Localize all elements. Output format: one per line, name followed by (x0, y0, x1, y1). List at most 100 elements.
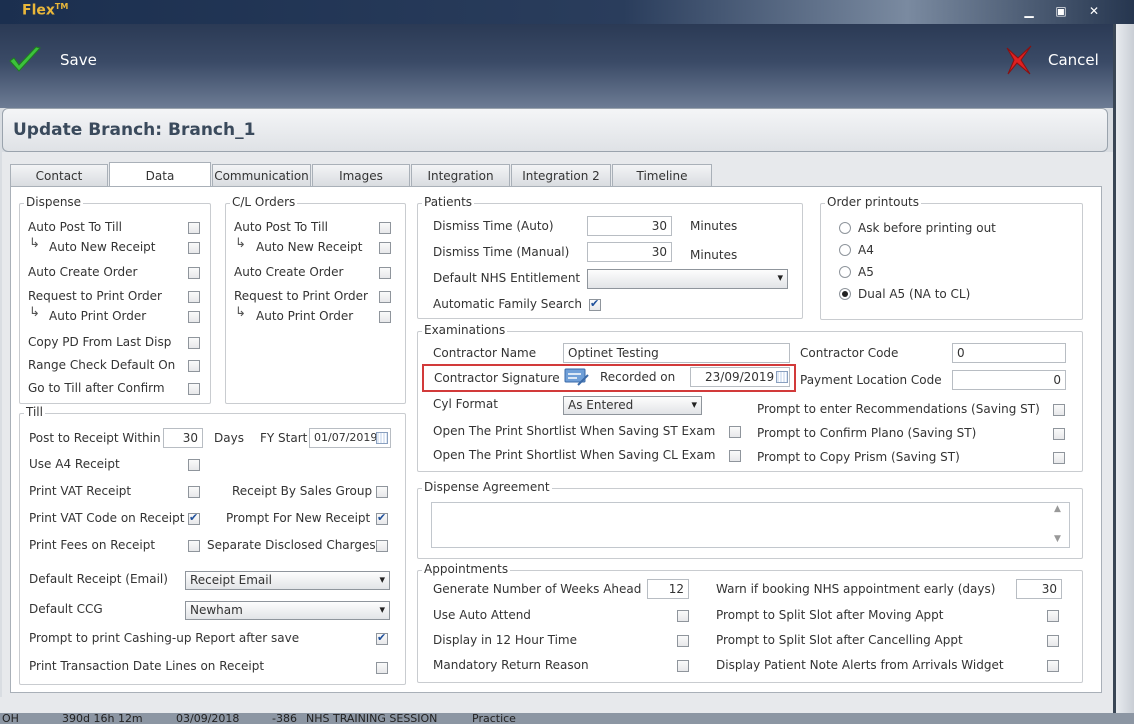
sub-arrow-icon: ↳ (235, 305, 246, 320)
tab-contact[interactable]: Contact (10, 164, 108, 186)
weeks-ahead-label: Generate Number of Weeks Ahead (433, 582, 642, 596)
tab-timeline[interactable]: Timeline (612, 164, 712, 186)
minimize-icon[interactable]: ▁ (1022, 4, 1036, 18)
dismiss-auto-input[interactable]: 30 (587, 216, 672, 236)
patient-note-alerts-checkbox[interactable] (1047, 660, 1059, 672)
dismiss-auto-label: Dismiss Time (Auto) (433, 219, 554, 233)
dispense-auto-post-checkbox[interactable] (188, 222, 200, 234)
patients-legend: Patients (422, 195, 475, 209)
dispense-auto-print-order-checkbox[interactable] (188, 311, 200, 323)
ask-before-printing-radio[interactable] (839, 222, 851, 234)
shortlist-cl-label: Open The Print Shortlist When Saving CL … (433, 448, 716, 462)
dispense-agreement-legend: Dispense Agreement (422, 480, 552, 494)
calendar-icon[interactable] (776, 371, 788, 383)
sub-arrow-icon: ↳ (29, 305, 40, 320)
weeks-ahead-input[interactable]: 12 (647, 579, 689, 599)
cross-icon (1006, 45, 1032, 75)
save-button[interactable]: Save (8, 38, 108, 82)
prompt-prism-label: Prompt to Copy Prism (Saving ST) (757, 450, 960, 464)
dispense-range-check-checkbox[interactable] (188, 360, 200, 372)
scroll-down-icon[interactable]: ▼ (1054, 534, 1061, 544)
shortlist-cl-checkbox[interactable] (729, 450, 741, 462)
payment-location-input[interactable]: 0 (952, 370, 1066, 390)
status-text: 03/09/2018 (176, 712, 240, 724)
dispense-request-print-checkbox[interactable] (188, 291, 200, 303)
dispense-go-to-till-checkbox[interactable] (188, 383, 200, 395)
background-window (1116, 24, 1134, 724)
examinations-legend: Examinations (422, 323, 508, 337)
dual-a5-radio[interactable] (839, 288, 851, 300)
receipt-by-sales-group-checkbox[interactable] (376, 486, 388, 498)
prompt-new-receipt-checkbox[interactable] (376, 511, 388, 525)
status-text: NHS TRAINING SESSION (306, 712, 438, 724)
use-a4-receipt-checkbox[interactable] (188, 459, 200, 471)
print-vat-receipt-checkbox[interactable] (188, 486, 200, 498)
a4-radio[interactable] (839, 244, 851, 256)
mandatory-return-checkbox[interactable] (677, 660, 689, 672)
separate-disclosed-checkbox[interactable] (376, 540, 388, 552)
cl-auto-post-checkbox[interactable] (379, 222, 391, 234)
dispense-agreement-textarea[interactable] (431, 502, 1070, 548)
dispense-copy-pd-label: Copy PD From Last Disp (28, 335, 172, 349)
print-vat-code-checkbox[interactable] (188, 511, 200, 525)
calendar-icon[interactable] (376, 432, 388, 444)
dispense-auto-create-order-checkbox[interactable] (188, 267, 200, 279)
display-12h-checkbox[interactable] (677, 635, 689, 647)
cancel-button[interactable]: Cancel (1004, 38, 1104, 82)
split-cancelling-checkbox[interactable] (1047, 635, 1059, 647)
status-bar-strip (0, 713, 1134, 724)
default-ccg-label: Default CCG (29, 602, 103, 616)
print-vat-receipt-label: Print VAT Receipt (29, 484, 132, 498)
sub-arrow-icon: ↳ (29, 236, 40, 251)
dispense-copy-pd-checkbox[interactable] (188, 337, 200, 349)
post-to-receipt-label: Post to Receipt Within (29, 431, 161, 445)
default-receipt-select[interactable]: Receipt Email (185, 571, 390, 590)
contractor-code-input[interactable]: 0 (952, 343, 1066, 363)
prompt-plano-checkbox[interactable] (1053, 428, 1065, 440)
status-text: Practice (472, 712, 516, 724)
recorded-on-date-input[interactable]: 23/09/2019 (690, 367, 790, 387)
cyl-format-select[interactable]: As Entered (563, 396, 702, 415)
prompt-prism-checkbox[interactable] (1053, 452, 1065, 464)
print-transaction-checkbox[interactable] (376, 662, 388, 674)
cl-request-print-checkbox[interactable] (379, 291, 391, 303)
cancel-label: Cancel (1048, 51, 1099, 69)
post-to-receipt-input[interactable]: 30 (163, 428, 203, 448)
cl-auto-print-order-checkbox[interactable] (379, 311, 391, 323)
tab-communication[interactable]: Communication (212, 164, 311, 186)
signature-icon[interactable] (564, 367, 590, 387)
dispense-auto-create-order-label: Auto Create Order (28, 265, 138, 279)
nhs-entitlement-select[interactable] (587, 269, 788, 289)
order-printouts-legend: Order printouts (825, 195, 922, 209)
close-icon[interactable]: ✕ (1087, 4, 1101, 18)
nhs-entitlement-label: Default NHS Entitlement (433, 271, 581, 285)
cl-auto-create-order-checkbox[interactable] (379, 267, 391, 279)
app-title: FlexTM (22, 2, 68, 19)
print-fees-checkbox[interactable] (188, 540, 200, 552)
tab-data[interactable]: Data (109, 162, 211, 187)
tab-integration[interactable]: Integration (411, 164, 510, 186)
dismiss-manual-input[interactable]: 30 (587, 242, 672, 262)
maximize-icon[interactable]: ▣ (1054, 4, 1068, 18)
shortlist-st-checkbox[interactable] (729, 426, 741, 438)
split-moving-checkbox[interactable] (1047, 610, 1059, 622)
contractor-code-label: Contractor Code (800, 346, 899, 360)
prompt-recommendations-checkbox[interactable] (1053, 404, 1065, 416)
scroll-up-icon[interactable]: ▲ (1054, 504, 1061, 514)
dispense-auto-new-receipt-checkbox[interactable] (188, 242, 200, 254)
dismiss-manual-label: Dismiss Time (Manual) (433, 245, 570, 259)
cyl-format-label: Cyl Format (433, 397, 498, 411)
warn-nhs-input[interactable]: 30 (1016, 579, 1062, 599)
family-search-checkbox[interactable] (589, 297, 601, 311)
prompt-cashing-checkbox[interactable] (376, 631, 388, 645)
contractor-name-input[interactable]: Optinet Testing (563, 343, 790, 363)
use-a4-receipt-label: Use A4 Receipt (29, 457, 120, 471)
checkmark-icon (9, 46, 41, 72)
a5-radio[interactable] (839, 266, 851, 278)
use-auto-attend-checkbox[interactable] (677, 610, 689, 622)
tab-images[interactable]: Images (312, 164, 410, 186)
cl-auto-new-receipt-checkbox[interactable] (379, 242, 391, 254)
a4-label: A4 (858, 243, 874, 257)
tab-integration-2[interactable]: Integration 2 (511, 164, 611, 186)
default-ccg-select[interactable]: Newham (185, 601, 390, 620)
